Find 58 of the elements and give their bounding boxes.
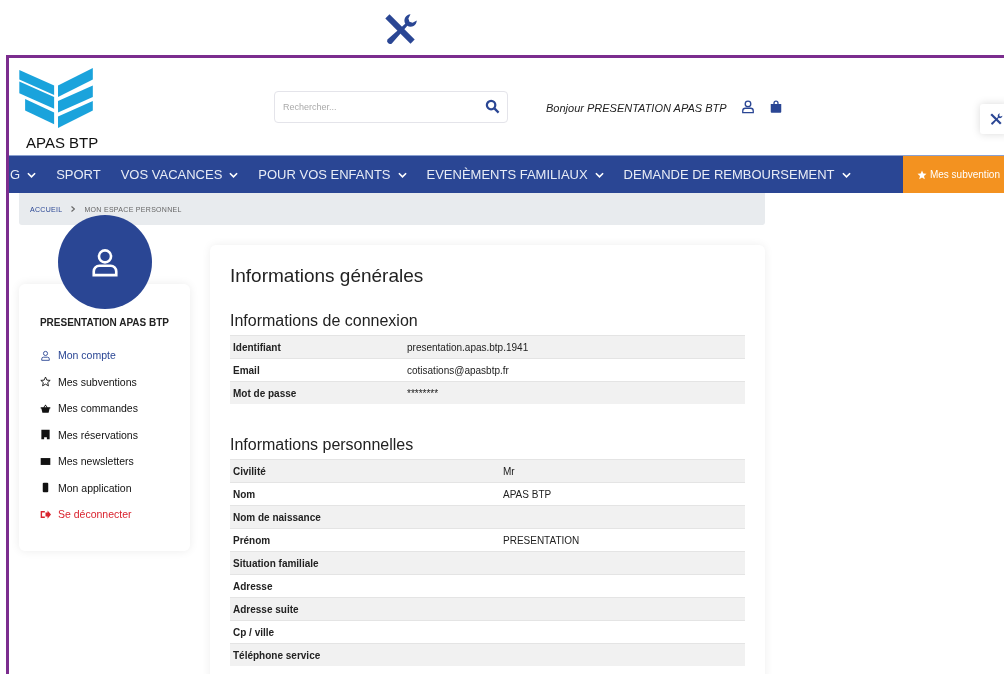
section-title: Informations personnelles	[230, 436, 415, 454]
search-field[interactable]: Rechercher...	[274, 91, 508, 123]
field-label: Email	[232, 364, 261, 376]
nav-menu-item[interactable]: DEMANDE DE REMBOURSEMENT	[623, 167, 851, 182]
user-icon	[40, 349, 51, 361]
field-label: Cp / ville	[232, 626, 276, 638]
field-label: Adresse suite	[232, 603, 300, 615]
chevron-down-icon	[841, 171, 851, 178]
newspaper-icon	[40, 455, 51, 467]
chevron-down-icon	[397, 171, 407, 178]
field-label: Téléphone service	[232, 649, 322, 661]
account-menu-item[interactable]: Se déconnecter	[40, 501, 190, 528]
field-value: APAS BTP	[503, 488, 552, 500]
field-label: Mot de passe	[232, 387, 298, 399]
tools-button[interactable]	[980, 104, 1004, 134]
logout-icon	[40, 508, 51, 520]
user-icon[interactable]	[740, 99, 755, 114]
field-label: Nom de naissance	[232, 511, 322, 523]
account-menu-item[interactable]: Mes commandes	[40, 395, 190, 422]
chevron-down-icon	[27, 171, 37, 178]
chevron-down-icon	[594, 171, 604, 178]
field-label: Prénom	[232, 534, 272, 546]
chevron-right-icon	[71, 206, 76, 212]
star-icon	[916, 169, 927, 180]
user-name: PRESENTATION APAS BTP	[38, 317, 171, 328]
nav-menu-item[interactable]: SPORT	[56, 167, 101, 182]
field-value: Mr	[503, 465, 515, 477]
field-label: Adresse	[232, 580, 274, 592]
field-value: ********	[407, 387, 439, 399]
section-title: Informations de connexion	[230, 312, 419, 330]
nav-menu-item[interactable]: POUR VOS ENFANTS	[258, 167, 407, 182]
search-icon[interactable]	[485, 99, 500, 114]
logo-text: APAS BTP	[26, 134, 99, 151]
basket-icon	[40, 402, 51, 414]
page-title: Informations générales	[230, 265, 425, 287]
field-label: Situation familiale	[232, 557, 320, 569]
field-value: cotisations@apasbtp.fr	[407, 364, 509, 376]
building-icon	[40, 429, 51, 441]
nav-menu-item[interactable]: G	[10, 167, 37, 182]
phone-icon	[40, 482, 51, 494]
account-menu-item[interactable]: Mes newsletters	[40, 448, 190, 475]
shopping-bag-icon[interactable]	[768, 99, 783, 114]
field-label: Identifiant	[232, 341, 282, 353]
tools-icon	[988, 111, 1004, 127]
field-value: PRESENTATION	[503, 534, 580, 546]
chevron-down-icon	[229, 171, 239, 178]
nav-menu-item[interactable]: VOS VACANCES	[120, 167, 239, 182]
account-menu-item[interactable]: Mes réservations	[40, 421, 190, 448]
field-value: presentation.apas.btp.1941	[407, 341, 529, 353]
account-menu-item[interactable]: Mon compte	[40, 342, 190, 369]
account-menu-item[interactable]: Mon application	[40, 474, 190, 501]
account-menu-item[interactable]: Mes subventions	[40, 368, 190, 395]
star-icon	[40, 376, 51, 388]
nav-menu-item[interactable]: EVENÈMENTS FAMILIAUX	[426, 167, 604, 182]
field-label: Nom	[232, 488, 257, 500]
greeting-text: Bonjour PRESENTATION APAS BTP	[546, 102, 727, 114]
field-label: Civilité	[232, 465, 267, 477]
user-icon	[89, 247, 120, 277]
